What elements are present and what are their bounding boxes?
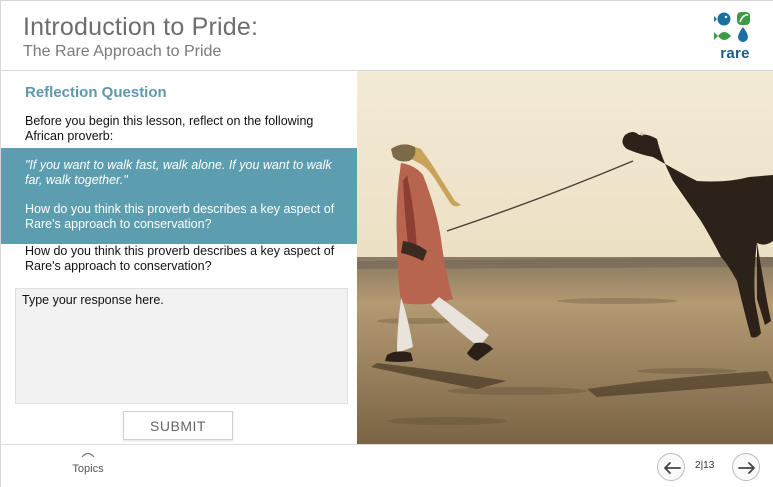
reflection-intro: Before you begin this lesson, reflect on… xyxy=(25,114,314,143)
topics-label: Topics xyxy=(72,463,104,475)
lesson-window: Introduction to Pride: The Rare Approach… xyxy=(0,0,773,487)
lesson-subtitle: The Rare Approach to Pride xyxy=(23,43,222,60)
proverb-quote: "If you want to walk fast, walk alone. I… xyxy=(25,158,332,187)
rare-logo-text: rare xyxy=(720,45,750,62)
rare-logo: rare xyxy=(714,10,756,62)
highlight-question: How do you think this proverb describes … xyxy=(25,202,335,231)
previous-page-button[interactable] xyxy=(657,453,685,481)
page-total: 13 xyxy=(703,460,715,471)
reflection-question: How do you think this proverb describes … xyxy=(25,244,335,273)
arrow-left-icon xyxy=(664,462,681,474)
reflection-panel: Reflection Question Before you begin thi… xyxy=(1,71,357,444)
page-indicator: 2|13 xyxy=(695,460,714,471)
submit-button[interactable]: SUBMIT xyxy=(123,411,233,440)
lesson-footer: Topics 2|13 xyxy=(1,444,773,487)
response-input[interactable] xyxy=(15,288,348,404)
reflection-heading: Reflection Question xyxy=(25,84,167,101)
camel-walker-photo xyxy=(357,71,773,444)
next-page-button[interactable] xyxy=(732,453,760,481)
lesson-photo xyxy=(357,71,773,444)
arrow-right-icon xyxy=(738,462,755,474)
lesson-header: Introduction to Pride: The Rare Approach… xyxy=(1,1,773,71)
proverb-highlight: "If you want to walk fast, walk alone. I… xyxy=(1,148,357,244)
topics-button[interactable]: Topics xyxy=(65,449,111,477)
rare-logo-icon xyxy=(714,12,750,42)
chevron-up-icon xyxy=(81,452,95,458)
lesson-title: Introduction to Pride: xyxy=(23,13,259,41)
